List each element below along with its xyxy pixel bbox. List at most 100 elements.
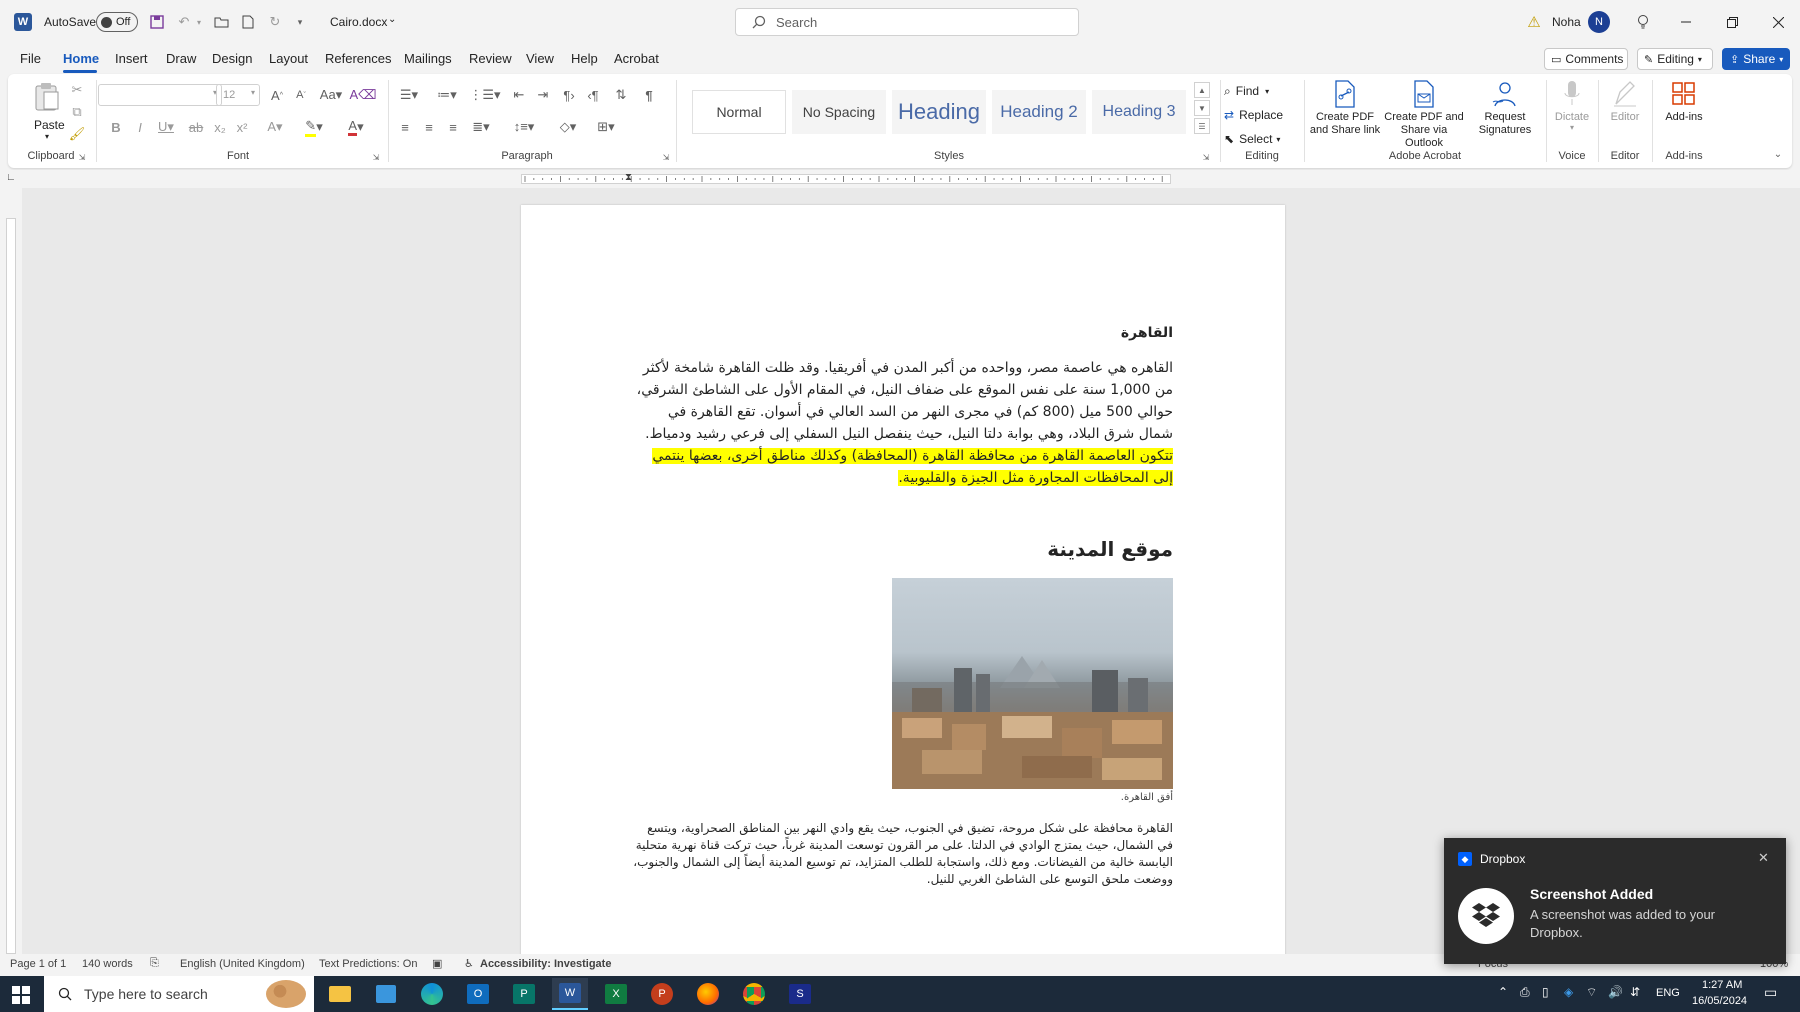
text-effects-icon[interactable]: A▾ bbox=[260, 116, 290, 138]
find-button[interactable]: ⌕ Find ▾ bbox=[1224, 80, 1288, 102]
ribbon-collapse-icon[interactable]: ⌄ bbox=[1770, 146, 1786, 162]
undo-icon[interactable]: ↶ bbox=[174, 12, 194, 32]
word-count[interactable]: 140 words bbox=[82, 958, 133, 970]
macro-icon[interactable]: ▣ bbox=[432, 957, 442, 970]
powerpoint-icon[interactable]: P bbox=[644, 978, 680, 1010]
comments-button[interactable]: ▭ Comments bbox=[1544, 48, 1628, 70]
outlook-icon[interactable]: O bbox=[460, 978, 496, 1010]
tab-help[interactable]: Help bbox=[571, 51, 598, 66]
edge-icon[interactable] bbox=[414, 978, 450, 1010]
vertical-ruler[interactable] bbox=[0, 188, 22, 954]
windows-start-icon[interactable] bbox=[12, 986, 30, 1004]
cairo-skyline-image[interactable] bbox=[892, 578, 1173, 789]
justify-icon[interactable]: ≣▾ bbox=[466, 116, 496, 138]
customize-toolbar-icon[interactable]: ▾ bbox=[292, 12, 308, 32]
shading-icon[interactable]: ◇▾ bbox=[552, 116, 584, 138]
clock-date[interactable]: 16/05/2024 bbox=[1692, 995, 1747, 1007]
microsoft-store-icon[interactable] bbox=[368, 978, 404, 1010]
align-left-icon[interactable]: ≡ bbox=[394, 116, 416, 138]
input-language[interactable]: ENG bbox=[1656, 987, 1680, 999]
accessibility-icon[interactable]: ♿ bbox=[464, 957, 474, 970]
cut-icon[interactable]: ✂ bbox=[66, 80, 88, 100]
font-color-icon[interactable]: A ▾ bbox=[340, 116, 372, 138]
create-pdf-outlook-button[interactable]: Create PDF and Share via Outlook bbox=[1384, 78, 1464, 149]
share-button[interactable]: ⇪ Share ▾ bbox=[1722, 48, 1790, 70]
warning-icon[interactable]: ⚠ bbox=[1524, 12, 1544, 32]
style-normal[interactable]: Normal bbox=[692, 90, 786, 134]
tab-design[interactable]: Design bbox=[212, 51, 252, 66]
doc-paragraph-1[interactable]: القاهره هي عاصمة مصر، وواحده من أكبر الم… bbox=[631, 357, 1173, 489]
sort-icon[interactable]: ⇅ bbox=[610, 84, 632, 106]
ruler-tab-selector-icon[interactable]: ∟ bbox=[6, 172, 16, 183]
document-page[interactable]: القاهرة القاهره هي عاصمة مصر، وواحده من … bbox=[521, 205, 1285, 954]
taskbar-search-box[interactable]: Type here to search bbox=[44, 976, 314, 1012]
dictate-button[interactable]: Dictate ▾ bbox=[1550, 78, 1594, 148]
battery-icon[interactable]: ▯ bbox=[1542, 985, 1549, 999]
style-heading-2[interactable]: Heading 2 bbox=[992, 90, 1086, 134]
shrink-font-icon[interactable]: Aˇ bbox=[290, 84, 312, 106]
open-folder-icon[interactable] bbox=[211, 12, 231, 32]
publisher-icon[interactable]: P bbox=[506, 978, 542, 1010]
italic-icon[interactable]: I bbox=[130, 116, 150, 138]
snipping-tool-icon[interactable]: S bbox=[782, 978, 818, 1010]
user-name[interactable]: Noha bbox=[1552, 15, 1581, 29]
dropbox-notification[interactable]: ◆ Dropbox ✕ Screenshot Added A screensho… bbox=[1444, 838, 1786, 964]
tab-acrobat[interactable]: Acrobat bbox=[614, 51, 659, 66]
line-spacing-icon[interactable]: ↕≡▾ bbox=[508, 116, 540, 138]
doc-title[interactable]: القاهرة bbox=[631, 325, 1173, 341]
image-caption[interactable]: أفق القاهرة. bbox=[631, 792, 1173, 803]
replace-button[interactable]: ⇄ Replace bbox=[1224, 104, 1294, 126]
font-size-dropdown[interactable]: 12 ▾ bbox=[216, 84, 260, 106]
redo-icon[interactable]: ↻ bbox=[265, 12, 285, 32]
paragraph-launcher-icon[interactable]: ⇲ bbox=[660, 151, 672, 163]
subscript-icon[interactable]: x₂ bbox=[210, 116, 230, 138]
show-hidden-icons-icon[interactable]: ⌃ bbox=[1498, 985, 1508, 999]
meet-now-icon[interactable]: ⎙ bbox=[1520, 985, 1530, 1000]
minimize-icon[interactable] bbox=[1676, 12, 1696, 32]
request-signatures-button[interactable]: Request Signatures bbox=[1468, 78, 1542, 148]
wifi-icon[interactable]: ⌔ bbox=[1586, 985, 1597, 1000]
file-explorer-icon[interactable] bbox=[322, 978, 358, 1010]
style-no-spacing[interactable]: No Spacing bbox=[792, 90, 886, 134]
clear-formatting-icon[interactable]: A⌫ bbox=[349, 84, 376, 106]
styles-scroll-down-icon[interactable]: ▼ bbox=[1194, 100, 1210, 116]
show-formatting-icon[interactable]: ¶ bbox=[638, 84, 660, 106]
doc-heading-location[interactable]: موقع المدينة bbox=[631, 537, 1173, 561]
search-box[interactable]: Search bbox=[735, 8, 1079, 36]
clock-time[interactable]: 1:27 AM bbox=[1702, 979, 1742, 991]
superscript-icon[interactable]: x² bbox=[232, 116, 252, 138]
underline-icon[interactable]: U▾ bbox=[152, 116, 180, 138]
notification-center-icon[interactable]: ▭ bbox=[1764, 984, 1777, 1001]
doc-paragraph-2[interactable]: القاهرة محافظة على شكل مروحة، تضيق في ال… bbox=[631, 820, 1173, 888]
rtl-direction-icon[interactable]: ‹¶ bbox=[582, 84, 604, 106]
tab-home[interactable]: Home bbox=[63, 51, 99, 66]
grow-font-icon[interactable]: A ^ bbox=[266, 84, 288, 106]
editing-mode-button[interactable]: ✎ Editing ▾ bbox=[1637, 48, 1713, 70]
filename-chevron-icon[interactable]: ⌄ bbox=[388, 14, 396, 25]
select-button[interactable]: ⬉ Select ▾ bbox=[1224, 128, 1290, 150]
numbering-icon[interactable]: ≔▾ bbox=[430, 84, 464, 106]
undo-dropdown-icon[interactable]: ▾ bbox=[194, 12, 204, 32]
accessibility-status[interactable]: Accessibility: Investigate bbox=[480, 958, 611, 970]
restore-icon[interactable] bbox=[1722, 12, 1742, 32]
editor-button[interactable]: Editor bbox=[1602, 78, 1648, 148]
create-pdf-share-link-button[interactable]: Create PDF and Share link bbox=[1308, 78, 1382, 148]
font-name-dropdown[interactable]: ▾ bbox=[98, 84, 222, 106]
save-icon[interactable] bbox=[147, 12, 167, 32]
network-icon[interactable]: ⇵ bbox=[1630, 985, 1640, 999]
copy-icon[interactable]: ⧉ bbox=[66, 102, 88, 122]
ltr-direction-icon[interactable]: ¶› bbox=[558, 84, 580, 106]
multilevel-list-icon[interactable]: ⋮☰▾ bbox=[468, 84, 502, 106]
styles-launcher-icon[interactable]: ⇲ bbox=[1200, 151, 1212, 163]
clipboard-launcher-icon[interactable]: ⇲ bbox=[76, 151, 88, 163]
font-launcher-icon[interactable]: ⇲ bbox=[370, 151, 382, 163]
volume-icon[interactable]: 🔊 bbox=[1608, 985, 1623, 999]
style-heading-3[interactable]: Heading 3 bbox=[1092, 90, 1186, 134]
borders-icon[interactable]: ⊞▾ bbox=[590, 116, 622, 138]
document-filename[interactable]: Cairo.docx bbox=[330, 15, 387, 29]
increase-indent-icon[interactable]: ⇥ bbox=[532, 84, 554, 106]
ruler-indent-marker-icon[interactable]: ⧗ bbox=[625, 172, 632, 183]
tab-layout[interactable]: Layout bbox=[269, 51, 308, 66]
align-right-icon[interactable]: ≡ bbox=[442, 116, 464, 138]
language-status[interactable]: English (United Kingdom) bbox=[180, 958, 305, 970]
